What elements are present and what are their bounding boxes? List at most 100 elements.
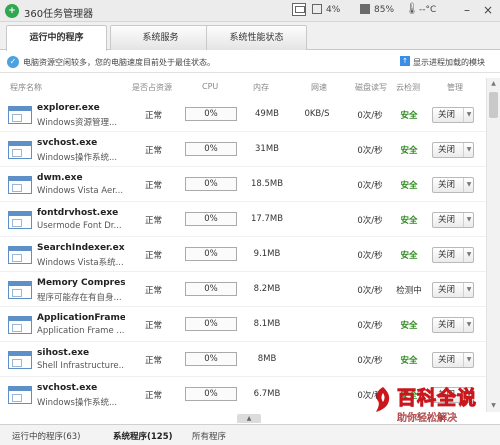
table-row[interactable]: Memory Compres... 程序可能存在有自身... 正常 0% 8.2… [0, 272, 486, 307]
filter-all-programs[interactable]: 所有程序 [192, 430, 226, 442]
process-description: Application Frame ... [37, 326, 125, 336]
360-logo-icon: + [5, 4, 19, 18]
close-window-icon[interactable]: × [479, 2, 497, 19]
column-cpu[interactable]: CPU [202, 82, 218, 91]
window-icon [8, 386, 32, 404]
window-icon [8, 351, 32, 369]
process-name: fontdrvhost.exe [37, 208, 119, 218]
tab-running-programs[interactable]: 运行中的程序 [6, 25, 107, 51]
close-label: 关闭 [438, 320, 456, 330]
resource-status: 正常 [145, 286, 163, 296]
resource-status: 正常 [145, 216, 163, 226]
tab-system-services[interactable]: 系统服务 [110, 25, 211, 50]
close-label: 关闭 [438, 250, 456, 260]
cpu-usage-bar: 0% [185, 177, 237, 191]
tab-bar: 运行中的程序 系统服务 系统性能状态 [0, 22, 500, 51]
cloud-status: 安全 [400, 356, 418, 366]
close-process-button[interactable]: 关闭 ▼ [432, 107, 474, 123]
chevron-down-icon[interactable]: ▼ [463, 143, 474, 157]
memory-value: 8.2MB [253, 284, 281, 294]
cpu-usage-bar: 0% [185, 247, 237, 261]
cpu-usage-bar: 0% [185, 282, 237, 296]
cloud-status: 安全 [400, 321, 418, 331]
close-label: 关闭 [438, 355, 456, 365]
column-resource[interactable]: 是否占资源 [132, 82, 172, 93]
show-modules-label[interactable]: 显示进程加载的模块 [413, 57, 485, 68]
table-row[interactable]: explorer.exe Windows资源管理... 正常 0% 49MB 0… [0, 97, 486, 132]
disk-value: 0次/秒 [357, 356, 383, 366]
column-cloud[interactable]: 云检测 [396, 82, 420, 93]
close-label: 关闭 [438, 285, 456, 295]
vertical-scrollbar[interactable]: ▲ ▼ [486, 78, 500, 412]
network-value: 0KB/S [304, 109, 330, 119]
close-process-button[interactable]: 关闭 ▼ [432, 177, 474, 193]
watermark: 百科全说 助你轻松解决 [372, 383, 496, 431]
cloud-status: 安全 [400, 181, 418, 191]
chevron-down-icon[interactable]: ▼ [463, 178, 474, 192]
table-row[interactable]: svchost.exe Windows操作系统... 正常 0% 31MB 0次… [0, 132, 486, 167]
close-process-button[interactable]: 关闭 ▼ [432, 352, 474, 368]
process-name: svchost.exe [37, 383, 98, 393]
chevron-down-icon[interactable]: ▼ [463, 108, 474, 122]
thermometer-icon: 🌡 [405, 2, 419, 15]
table-row[interactable]: SearchIndexer.exe Windows Vista系统... 正常 … [0, 237, 486, 272]
resource-status: 正常 [145, 356, 163, 366]
chevron-down-icon[interactable]: ▼ [463, 283, 474, 297]
column-name[interactable]: 程序名称 [10, 82, 42, 93]
column-network[interactable]: 网速 [311, 82, 327, 93]
resource-status: 正常 [145, 146, 163, 156]
expand-panel-icon[interactable]: ▲ [237, 414, 261, 423]
window-icon [8, 176, 32, 194]
window-icon [8, 106, 32, 124]
title-bar: + 360任务管理器 4% 85% 🌡 --°C – × [0, 0, 500, 22]
process-description: Windows操作系统... [37, 153, 118, 163]
memory-value: 17.7MB [250, 214, 284, 224]
process-name: svchost.exe [37, 138, 98, 148]
process-list: explorer.exe Windows资源管理... 正常 0% 49MB 0… [0, 97, 486, 408]
column-memory[interactable]: 内存 [253, 82, 269, 93]
process-name: explorer.exe [37, 103, 100, 113]
process-description: Windows操作系统... [37, 398, 118, 408]
close-label: 关闭 [438, 215, 456, 225]
filter-running-programs[interactable]: 运行中的程序(63) [12, 430, 80, 442]
chevron-down-icon[interactable]: ▼ [463, 213, 474, 227]
scroll-up-icon[interactable]: ▲ [487, 78, 500, 90]
window-icon [8, 211, 32, 229]
resource-status: 正常 [145, 321, 163, 331]
watermark-subtitle: 助你轻松解决 [397, 413, 458, 425]
table-row[interactable]: fontdrvhost.exe Usermode Font Dr... 正常 0… [0, 202, 486, 237]
window-icon [8, 141, 32, 159]
disk-value: 0次/秒 [357, 111, 383, 121]
table-row[interactable]: dwm.exe Windows Vista Aer... 正常 0% 18.5M… [0, 167, 486, 202]
cloud-status: 安全 [400, 111, 418, 121]
cpu-usage: 4% [326, 5, 341, 15]
column-disk[interactable]: 磁盘读写 [355, 82, 387, 93]
memory-value: 9.1MB [253, 249, 281, 259]
show-modules-checkbox[interactable]: ↑ [400, 56, 410, 66]
close-process-button[interactable]: 关闭 ▼ [432, 212, 474, 228]
info-bar: ✓ 电脑资源空闲较多，您的电脑速度目前处于最佳状态。 ↑ 显示进程加载的模块 [0, 51, 500, 73]
close-process-button[interactable]: 关闭 ▼ [432, 317, 474, 333]
memory-value: 6.7MB [253, 389, 281, 399]
chevron-down-icon[interactable]: ▼ [463, 353, 474, 367]
close-label: 关闭 [438, 180, 456, 190]
close-process-button[interactable]: 关闭 ▼ [432, 247, 474, 263]
close-label: 关闭 [438, 110, 456, 120]
chevron-down-icon[interactable]: ▼ [463, 318, 474, 332]
table-row[interactable]: ApplicationFrame... Application Frame ..… [0, 307, 486, 342]
memory-value: 8MB [257, 354, 277, 364]
scroll-thumb[interactable] [489, 92, 498, 118]
table-row[interactable]: sihost.exe Shell Infrastructure... 正常 0%… [0, 342, 486, 377]
memory-value: 31MB [255, 144, 279, 154]
close-process-button[interactable]: 关闭 ▼ [432, 142, 474, 158]
watermark-title: 百科全说 [396, 387, 478, 410]
tab-system-performance[interactable]: 系统性能状态 [206, 25, 307, 50]
minimize-icon[interactable]: – [458, 2, 476, 19]
close-process-button[interactable]: 关闭 ▼ [432, 282, 474, 298]
filter-system-programs[interactable]: 系统程序(125) [113, 430, 173, 442]
resource-status: 正常 [145, 181, 163, 191]
table-header: 程序名称 是否占资源 CPU 内存 网速 磁盘读写 云检测 管理 [0, 78, 486, 96]
window-icon [8, 316, 32, 334]
chevron-down-icon[interactable]: ▼ [463, 248, 474, 262]
monitor-icon[interactable] [292, 3, 306, 16]
